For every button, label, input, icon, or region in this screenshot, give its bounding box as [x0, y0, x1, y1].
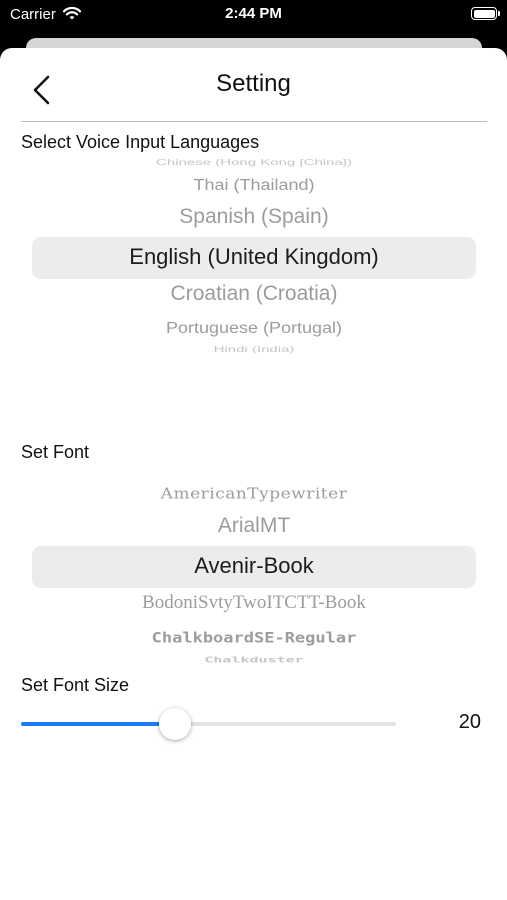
- font-size-slider[interactable]: [21, 708, 396, 740]
- slider-fill: [21, 722, 175, 726]
- slider-thumb[interactable]: [158, 708, 191, 740]
- picker-option-selected[interactable]: English (United Kingdom): [32, 244, 476, 270]
- page-title: Setting: [216, 70, 291, 97]
- picker-option[interactable]: ArialMT: [32, 514, 476, 538]
- picker-option[interactable]: Portuguese (Portugal): [32, 320, 476, 338]
- picker-option[interactable]: Chalkduster: [32, 655, 476, 665]
- voice-language-label: Select Voice Input Languages: [21, 132, 260, 152]
- picker-option[interactable]: ChalkboardSE-Regular: [32, 630, 476, 647]
- font-size-label: Set Font Size: [21, 675, 130, 695]
- picker-option[interactable]: BodoniSvtyTwoITCTT-Book: [32, 592, 476, 614]
- picker-option[interactable]: Spanish (Spain): [32, 205, 476, 229]
- picker-option[interactable]: AmericanTypewriter: [32, 486, 476, 503]
- picker-option[interactable]: Thai (Thailand): [32, 177, 476, 195]
- voice-language-picker[interactable]: Chinese (Hong Kong [China]) Thai (Thaila…: [32, 155, 476, 359]
- status-time: 2:44 PM: [225, 5, 282, 22]
- status-bar: Carrier 2:44 PM: [0, 0, 507, 30]
- picker-option[interactable]: Croatian (Croatia): [32, 282, 476, 306]
- nav-divider: [21, 121, 487, 122]
- settings-sheet: Setting Select Voice Input Languages Chi…: [0, 48, 507, 900]
- picker-option[interactable]: Hindi (India): [32, 345, 476, 354]
- font-picker[interactable]: AmericanTypewriter ArialMT Avenir-Book B…: [32, 480, 476, 666]
- font-label: Set Font: [21, 442, 90, 462]
- picker-option[interactable]: Chinese (Hong Kong [China]): [32, 158, 476, 167]
- picker-option-selected[interactable]: Avenir-Book: [32, 553, 476, 579]
- battery-icon: [471, 7, 500, 20]
- font-size-value: 20: [458, 711, 481, 733]
